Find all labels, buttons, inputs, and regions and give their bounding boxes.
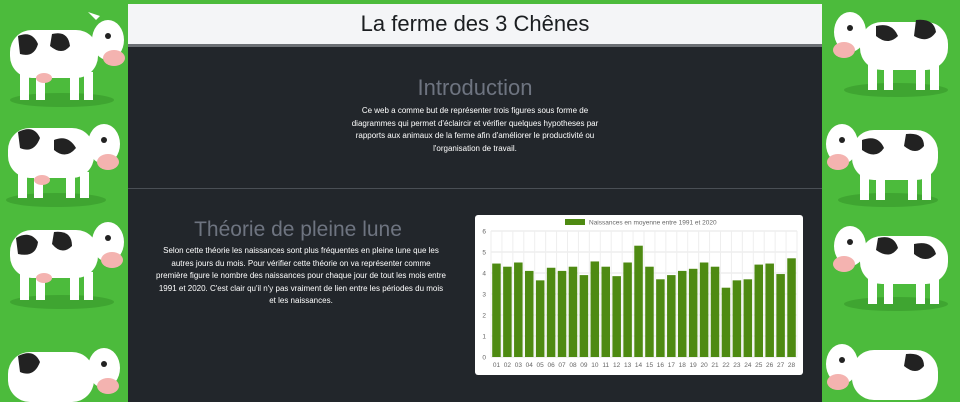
y-tick-label: 0 — [482, 355, 486, 362]
bar — [721, 287, 731, 357]
bar — [645, 266, 654, 357]
x-tick-label: 17 — [668, 362, 676, 369]
intro-title: Introduction — [417, 75, 533, 100]
x-tick-label: 14 — [635, 362, 643, 369]
bar — [579, 275, 589, 357]
births-chart: 0 1 2 3 4 5 6 01 02 03 04 05 06 07 08 09 10 11 12 13 14 15 16 1… — [475, 215, 803, 375]
x-tick-label: 06 — [547, 362, 555, 369]
bar — [677, 270, 687, 357]
x-tick-label: 21 — [711, 362, 719, 369]
bar — [568, 266, 578, 357]
cow-illustration — [10, 12, 125, 107]
cow-illustration — [833, 226, 948, 311]
x-tick-label: 07 — [558, 362, 566, 369]
bar — [503, 266, 512, 357]
bar — [557, 270, 567, 357]
x-tick-label: 15 — [646, 362, 654, 369]
y-tick-label: 1 — [482, 334, 486, 341]
bar — [524, 270, 534, 357]
left-cow-decoration — [0, 0, 128, 402]
bar — [699, 262, 709, 357]
cow-illustration — [826, 124, 938, 207]
bar — [514, 262, 523, 357]
x-tick-label: 20 — [700, 362, 708, 369]
y-tick-label: 5 — [482, 250, 486, 257]
theory-section: Théorie de pleine lune Selon cette théor… — [128, 189, 822, 402]
births-chart-svg: 012345601 02 03 04 05 06 07 08 09 10 11 12 13 14 15 16 1… — [482, 219, 798, 369]
bar — [688, 268, 698, 357]
right-cow-decoration — [822, 0, 950, 402]
main-content: La ferme des 3 Chênes Introduction Ce we… — [128, 4, 822, 402]
bar — [743, 279, 753, 357]
x-tick-label: 16 — [657, 362, 665, 369]
intro-section: Introduction Ce web a comme but de repré… — [128, 47, 822, 189]
bar — [776, 274, 785, 357]
page-title: La ferme des 3 Chênes — [128, 4, 822, 47]
x-tick-label: 09 — [580, 362, 588, 369]
x-tick-label: 23 — [733, 362, 741, 369]
x-tick-label: 10 — [591, 362, 599, 369]
x-tick-label: 12 — [613, 362, 621, 369]
bar — [623, 262, 632, 357]
y-tick-label: 2 — [482, 313, 486, 320]
bar — [546, 267, 556, 357]
cow-illustration — [6, 124, 120, 207]
x-tick-label: 18 — [679, 362, 687, 369]
y-tick-label: 4 — [482, 271, 486, 278]
bar — [710, 266, 720, 357]
x-tick-label: 26 — [766, 362, 774, 369]
theory-title: Théorie de pleine lune — [194, 218, 402, 241]
x-tick-label: 01 — [493, 362, 501, 369]
bar — [656, 279, 665, 357]
cow-illustration — [833, 12, 948, 97]
x-tick-label: 28 — [788, 362, 796, 369]
x-tick-label: 03 — [515, 362, 523, 369]
cow-illustration — [10, 222, 124, 309]
bar — [590, 261, 600, 357]
theory-text: Selon cette théorie les naissances sont … — [156, 246, 446, 305]
y-tick-label: 3 — [482, 292, 486, 299]
bar — [535, 280, 545, 357]
bar — [634, 245, 643, 357]
legend-label: Naissances en moyenne entre 1991 et 2020 — [589, 220, 717, 227]
legend-swatch — [565, 219, 585, 225]
y-tick-label: 6 — [482, 229, 486, 236]
bar — [667, 275, 676, 357]
x-tick-label: 22 — [722, 362, 730, 369]
x-tick-label: 19 — [690, 362, 698, 369]
bar — [754, 264, 764, 357]
x-tick-label: 27 — [777, 362, 785, 369]
bar — [612, 276, 621, 357]
x-tick-label: 11 — [602, 362, 609, 369]
x-tick-label: 02 — [504, 362, 512, 369]
x-tick-label: 05 — [537, 362, 545, 369]
cow-illustration — [826, 344, 938, 400]
bar — [601, 266, 611, 357]
intro-text: Ce web a comme but de représenter trois … — [351, 106, 599, 153]
bar — [732, 280, 742, 357]
x-tick-label: 24 — [744, 362, 752, 369]
bar — [787, 258, 796, 357]
cow-illustration — [8, 348, 120, 402]
x-tick-label: 25 — [755, 362, 763, 369]
x-tick-label: 04 — [526, 362, 534, 369]
bar — [765, 263, 774, 357]
x-tick-label: 13 — [624, 362, 632, 369]
x-tick-label: 08 — [569, 362, 577, 369]
bar — [492, 263, 501, 357]
